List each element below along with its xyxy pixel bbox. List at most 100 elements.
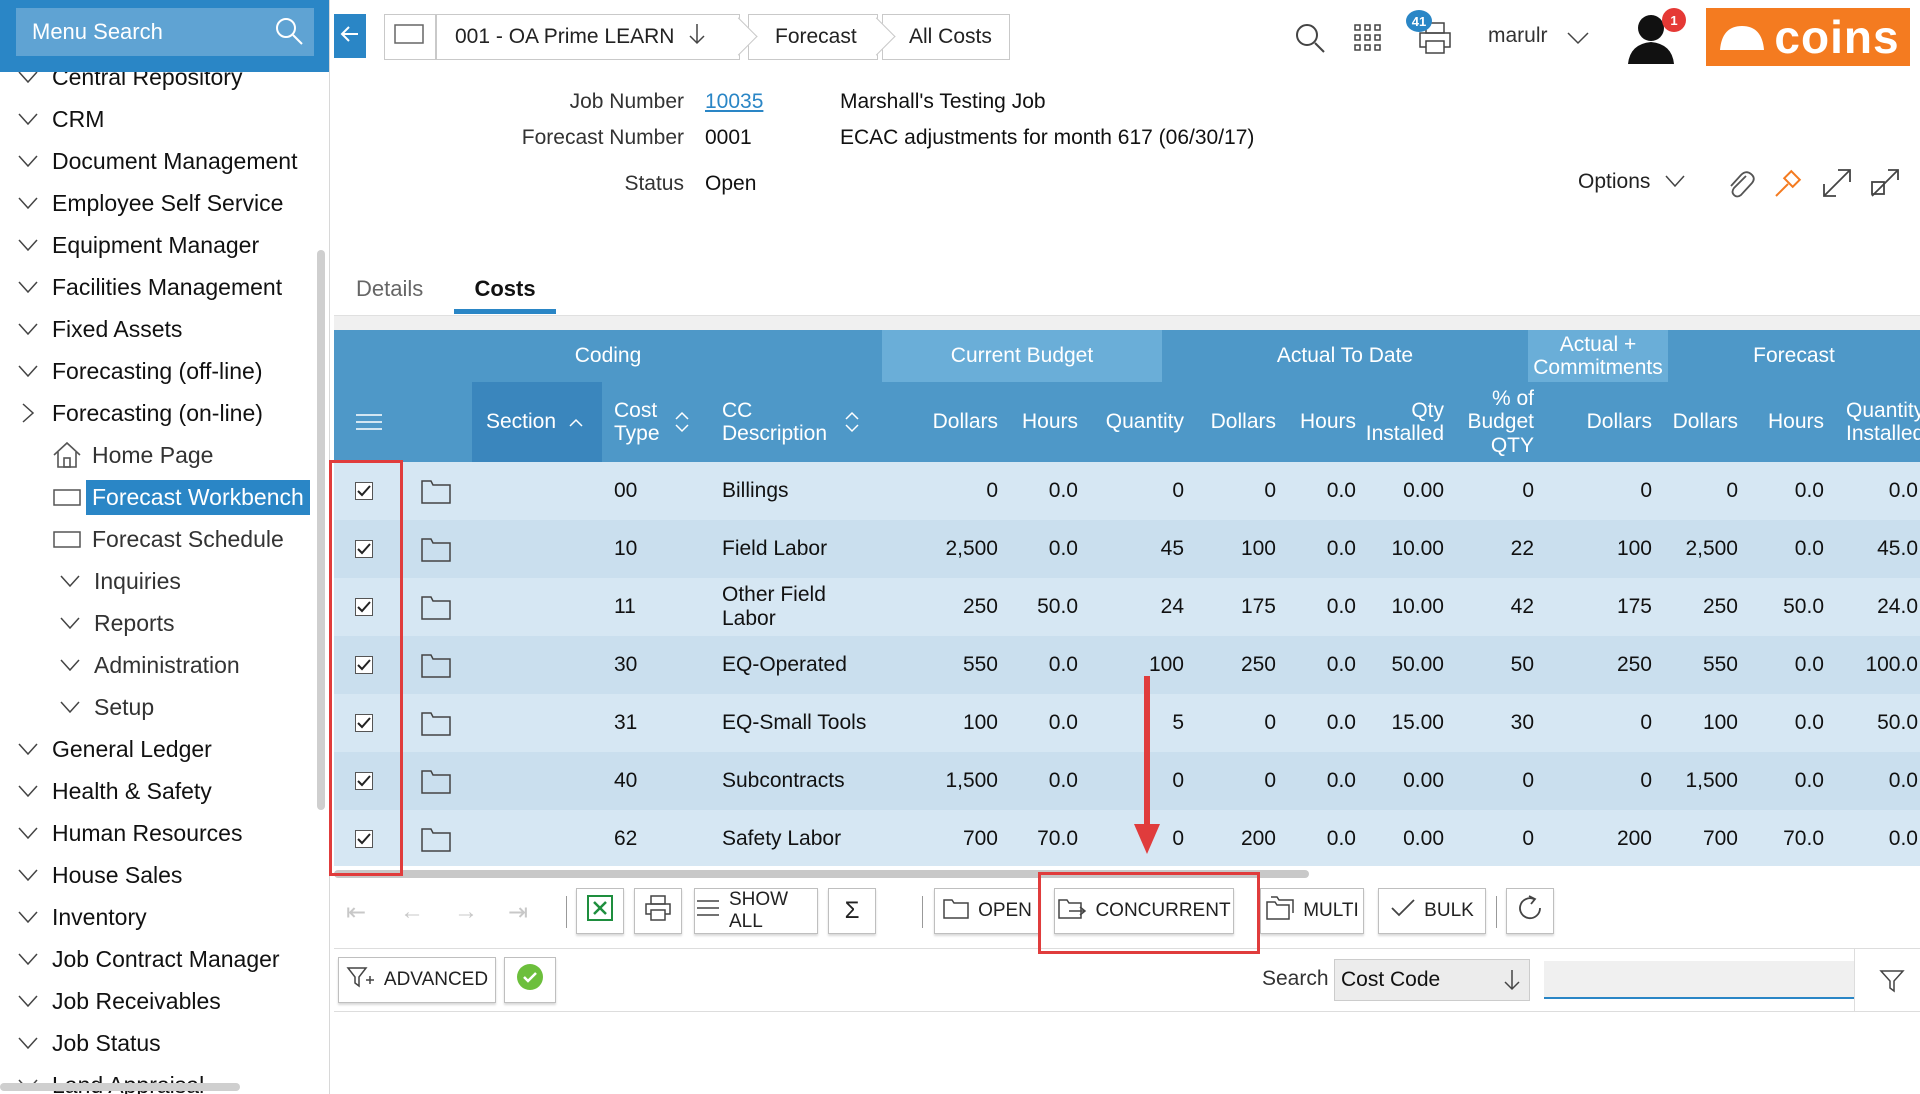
- global-search-icon[interactable]: [1290, 18, 1330, 58]
- column-budget-dollars[interactable]: Dollars: [882, 382, 998, 462]
- cell-cost-type: 11: [614, 594, 636, 618]
- pin-icon[interactable]: [1770, 166, 1806, 202]
- row-open-folder-icon[interactable]: [420, 694, 452, 752]
- fullscreen-icon[interactable]: [1866, 164, 1904, 202]
- breadcrumb-page-icon[interactable]: [384, 14, 436, 60]
- next-page-icon[interactable]: →: [454, 898, 478, 926]
- arrow-down-icon[interactable]: [688, 23, 706, 51]
- sum-button[interactable]: Σ: [828, 888, 876, 934]
- column-qty-installed[interactable]: Qty Installed: [1356, 382, 1444, 462]
- row-open-folder-icon[interactable]: [420, 752, 452, 810]
- sidebar-item-reports[interactable]: Reports: [0, 602, 316, 644]
- tab-costs[interactable]: Costs: [454, 264, 556, 314]
- row-open-folder-icon[interactable]: [420, 636, 452, 694]
- sidebar-item-general-ledger[interactable]: General Ledger: [0, 728, 316, 770]
- search-icon[interactable]: [274, 16, 304, 52]
- sidebar-item-facilities-management[interactable]: Facilities Management: [0, 266, 316, 308]
- open-button[interactable]: OPEN: [934, 888, 1040, 934]
- last-page-icon[interactable]: ⇥: [508, 898, 528, 927]
- row-open-folder-icon[interactable]: [420, 462, 452, 520]
- search-input[interactable]: [1544, 961, 1854, 999]
- column-section[interactable]: Section: [472, 382, 602, 462]
- sidebar-item-job-receivables[interactable]: Job Receivables: [0, 980, 316, 1022]
- sidebar-item-home-page[interactable]: Home Page: [0, 434, 316, 476]
- sidebar-item-job-status[interactable]: Job Status: [0, 1022, 316, 1064]
- refresh-button[interactable]: [1506, 888, 1554, 934]
- sidebar-item-forecasting-on-line[interactable]: Forecasting (on-line): [0, 392, 316, 434]
- row-open-folder-icon[interactable]: [420, 810, 452, 868]
- column-cost-type[interactable]: Cost Type: [614, 382, 674, 462]
- filter-icon[interactable]: [1874, 963, 1910, 999]
- row-open-folder-icon[interactable]: [420, 520, 452, 578]
- sidebar-item-setup[interactable]: Setup: [0, 686, 316, 728]
- expand-icon[interactable]: [1818, 164, 1856, 202]
- cell-value: 0.0: [1794, 536, 1824, 560]
- column-budget-quantity[interactable]: Quantity: [1078, 382, 1184, 462]
- logo-text: coins: [1774, 11, 1900, 63]
- column-cc-description[interactable]: CC Description: [722, 382, 832, 462]
- row-open-folder-icon[interactable]: [420, 578, 452, 636]
- sidebar-item-forecasting-off-line[interactable]: Forecasting (off-line): [0, 350, 316, 392]
- chevron-down-icon: [14, 70, 42, 84]
- show-all-button[interactable]: SHOW ALL: [694, 888, 818, 934]
- column-percent-budget-qty[interactable]: % of Budget QTY: [1444, 382, 1534, 462]
- table-row[interactable]: 31 EQ-Small Tools 100 0.0 5 0 0.0 15.00 30 0 100 0.…: [334, 694, 1920, 752]
- chevron-down-icon: [14, 910, 42, 924]
- cell-value: 100: [1616, 536, 1652, 560]
- column-forecast-qty-installed[interactable]: Quantity Installed: [1846, 382, 1920, 462]
- sidebar-item-crm[interactable]: CRM: [0, 98, 316, 140]
- sidebar-item-document-management[interactable]: Document Management: [0, 140, 316, 182]
- breadcrumb-forecast[interactable]: Forecast: [748, 14, 878, 60]
- print-button[interactable]: [634, 888, 682, 934]
- user-menu-chevron-icon[interactable]: [1564, 24, 1592, 52]
- apps-grid-icon[interactable]: [1350, 20, 1386, 56]
- table-row[interactable]: 00 Billings 0 0.0 0 0 0.0 0.00 0 0 0 0.0 0.0: [334, 462, 1920, 520]
- table-row[interactable]: 40 Subcontracts 1,500 0.0 0 0 0.0 0.00 0 0 1,500 0.…: [334, 752, 1920, 810]
- tab-details[interactable]: Details: [356, 264, 423, 314]
- table-row[interactable]: 10 Field Labor 2,500 0.0 45 100 0.0 10.00 22 100 2…: [334, 520, 1920, 578]
- collapse-sidebar-button[interactable]: [334, 14, 366, 58]
- column-commitments-dollars[interactable]: Dollars: [1534, 382, 1652, 462]
- sidebar-item-inquiries[interactable]: Inquiries: [0, 560, 316, 602]
- column-forecast-dollars[interactable]: Dollars: [1652, 382, 1738, 462]
- sidebar-item-health-safety[interactable]: Health & Safety: [0, 770, 316, 812]
- job-number-link[interactable]: 10035: [705, 90, 763, 114]
- multi-button[interactable]: MULTI: [1260, 888, 1364, 934]
- search-field-select[interactable]: Cost Code: [1334, 959, 1530, 1001]
- sidebar-item-forecast-schedule[interactable]: Forecast Schedule: [0, 518, 316, 560]
- sidebar-item-job-contract-manager[interactable]: Job Contract Manager: [0, 938, 316, 980]
- sidebar-horizontal-scrollbar[interactable]: [0, 1083, 240, 1091]
- column-actual-hours[interactable]: Hours: [1276, 382, 1356, 462]
- sidebar-item-administration[interactable]: Administration: [0, 644, 316, 686]
- first-page-icon[interactable]: ⇤: [346, 898, 366, 927]
- column-forecast-hours[interactable]: Hours: [1738, 382, 1824, 462]
- sidebar-item-house-sales[interactable]: House Sales: [0, 854, 316, 896]
- user-name[interactable]: marulr: [1488, 24, 1548, 48]
- sort-icon[interactable]: [674, 382, 704, 462]
- table-row[interactable]: 30 EQ-Operated 550 0.0 100 250 0.0 50.00 50 250 55…: [334, 636, 1920, 694]
- options-menu[interactable]: Options: [1578, 170, 1686, 194]
- menu-search-input[interactable]: Menu Search: [16, 8, 314, 56]
- sidebar-item-employee-self-service[interactable]: Employee Self Service: [0, 182, 316, 224]
- column-menu-icon[interactable]: [354, 382, 384, 462]
- sidebar-item-fixed-assets[interactable]: Fixed Assets: [0, 308, 316, 350]
- table-row[interactable]: 11 Other Field Labor 250 50.0 24 175 0.0 10.00 4…: [334, 578, 1920, 636]
- sidebar-item-human-resources[interactable]: Human Resources: [0, 812, 316, 854]
- sidebar-item-inventory[interactable]: Inventory: [0, 896, 316, 938]
- bulk-button[interactable]: BULK: [1378, 888, 1486, 934]
- previous-page-icon[interactable]: ←: [400, 898, 424, 926]
- table-row[interactable]: 62 Safety Labor 700 70.0 0 200 0.0 0.00 0 200 700 7…: [334, 810, 1920, 868]
- sidebar-item-forecast-workbench[interactable]: Forecast Workbench: [0, 476, 316, 518]
- attachment-icon[interactable]: [1722, 166, 1758, 202]
- breadcrumb-job[interactable]: 001 - OA Prime LEARN: [436, 14, 740, 60]
- advanced-filter-button[interactable]: ADVANCED: [338, 957, 496, 1003]
- sort-icon[interactable]: [844, 382, 874, 462]
- export-excel-button[interactable]: [576, 888, 624, 934]
- column-budget-hours[interactable]: Hours: [998, 382, 1078, 462]
- sidebar-item-equipment-manager[interactable]: Equipment Manager: [0, 224, 316, 266]
- column-actual-dollars[interactable]: Dollars: [1184, 382, 1276, 462]
- breadcrumb-all-costs[interactable]: All Costs: [882, 14, 1010, 60]
- cell-value: 200: [1240, 826, 1276, 850]
- apply-filter-button[interactable]: [504, 957, 556, 1003]
- sidebar-scrollbar[interactable]: [317, 250, 325, 810]
